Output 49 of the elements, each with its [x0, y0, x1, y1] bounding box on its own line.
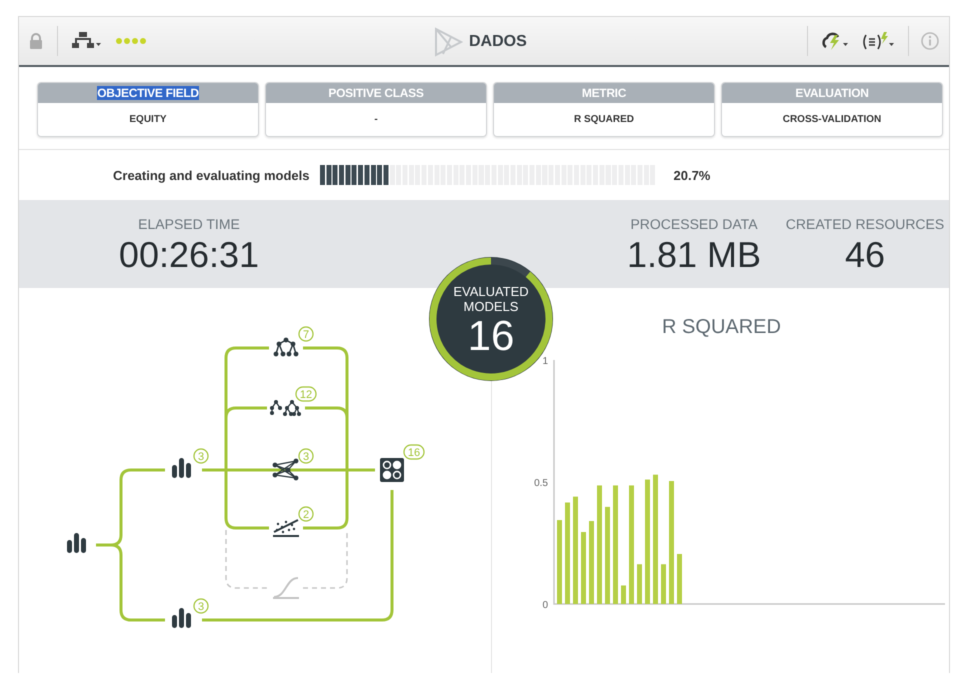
chart-title: R SQUARED — [662, 316, 781, 339]
card-label: EVALUATION — [795, 86, 869, 100]
scatter-plot-icon — [272, 519, 300, 537]
window-title: DADOS — [469, 33, 527, 51]
count-badge: 3 — [193, 598, 209, 614]
stat-value: 46 — [844, 234, 886, 276]
chart-bar — [581, 532, 586, 604]
stat-value: 00:26:31 — [118, 234, 260, 276]
card-value: R SQUARED — [572, 113, 635, 127]
card-value: EQUITY — [128, 113, 168, 127]
tree-icon — [274, 338, 298, 356]
bar-chart-icon — [172, 608, 191, 628]
chart-bar — [677, 554, 682, 604]
card-label: METRIC — [582, 86, 626, 100]
stat-label: PROCESSED DATA — [630, 216, 758, 232]
status-dots — [116, 38, 146, 44]
chart-bar — [621, 585, 626, 604]
stat-label: CREATED RESOURCES — [786, 216, 944, 232]
ring-value: 16 — [468, 314, 514, 358]
axis-tick-label: 0.5 — [534, 478, 548, 489]
stat-value: 1.81 MB — [626, 234, 762, 276]
chart-bar — [637, 564, 642, 604]
count-badge: 2 — [298, 506, 314, 522]
count-badge: 16 — [403, 444, 425, 460]
sigmoid-curve-icon — [272, 577, 300, 599]
bar-chart-icon — [67, 533, 86, 553]
card-label: POSITIVE CLASS — [328, 86, 424, 100]
logo-icon — [433, 27, 463, 57]
tree-icon — [270, 400, 301, 416]
axis-tick-label: 1 — [542, 356, 548, 367]
progress-percent: 20.7% — [674, 168, 710, 182]
count-badge: 3 — [193, 448, 209, 464]
progress-label: Creating and evaluating models — [113, 168, 310, 182]
chart-bar — [661, 564, 666, 604]
count-badge: 7 — [298, 326, 314, 342]
hierarchy-icon[interactable] — [72, 32, 102, 50]
stat-label: ELAPSED TIME — [138, 216, 240, 232]
axis-tick-label: 0 — [542, 600, 548, 611]
card-label: OBJECTIVE FIELD — [97, 86, 199, 100]
evaluation-grid-icon — [380, 458, 404, 482]
formula-lightning-icon[interactable] — [862, 31, 896, 51]
count-badge: 12 — [295, 386, 317, 402]
count-badge: 3 — [298, 448, 314, 464]
cloud-lightning-icon[interactable] — [820, 31, 850, 51]
card-value: - — [373, 113, 379, 127]
card-value: CROSS-VALIDATION — [782, 113, 882, 127]
bar-chart-icon — [172, 458, 191, 478]
ring-label: EVALUATED MODELS — [452, 284, 530, 314]
network-icon — [272, 458, 298, 480]
